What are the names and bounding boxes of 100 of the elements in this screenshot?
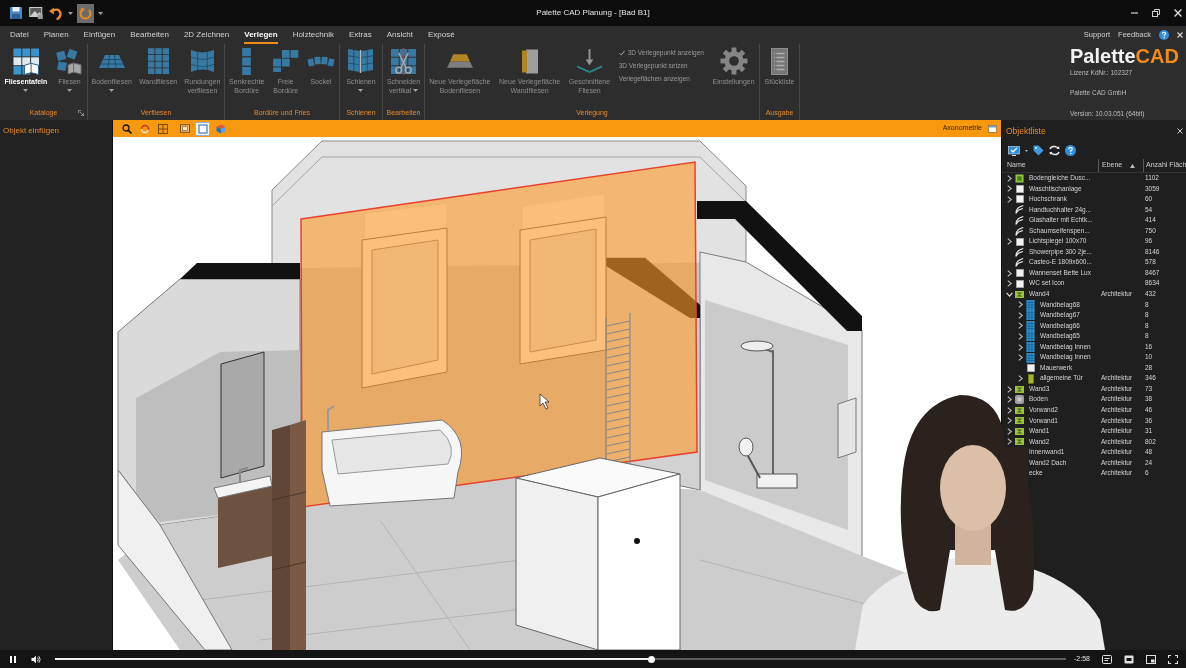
- chevron-right-icon[interactable]: [1005, 195, 1013, 203]
- logo-wordmark: PaletteCAD: [1070, 45, 1180, 67]
- menu-tab[interactable]: Datei: [10, 26, 29, 44]
- hook-icon: [1015, 258, 1024, 268]
- quick-access-button[interactable]: [77, 3, 94, 23]
- rotate-arrows-icon: [139, 123, 150, 134]
- chevron-right-icon[interactable]: [1005, 406, 1013, 414]
- wall-block-icon: [1015, 417, 1024, 425]
- wall-block-icon: [1015, 406, 1024, 414]
- tiles-book-icon: [56, 47, 83, 75]
- menu-tab[interactable]: Exposé: [427, 26, 455, 44]
- help-icon[interactable]: [1159, 30, 1169, 40]
- caret-icon: [68, 11, 73, 15]
- close-icon[interactable]: [1177, 128, 1184, 134]
- square-frame-icon: [1015, 173, 1024, 183]
- caret-icon[interactable]: [23, 88, 29, 92]
- tile-column-icon: [242, 47, 252, 75]
- picture-in-picture-icon[interactable]: [1146, 654, 1156, 664]
- square-icon: [1026, 364, 1035, 373]
- help-icon[interactable]: [1065, 145, 1076, 156]
- window-title: Palette CAD Planung - [Bad B1]: [536, 7, 650, 19]
- chevron-right-icon[interactable]: [1016, 301, 1024, 309]
- magnifier-icon: [121, 123, 132, 134]
- panel-title: Objektliste: [1006, 124, 1046, 138]
- chevron-right-icon[interactable]: [1016, 343, 1024, 351]
- chevron-right-icon[interactable]: [1016, 354, 1024, 362]
- view-tool-button[interactable]: [119, 121, 134, 136]
- hook-icon: [1015, 215, 1024, 225]
- fullscreen-icon[interactable]: [1168, 654, 1178, 664]
- chevron-right-icon[interactable]: [1005, 427, 1013, 435]
- hook-icon: [1015, 247, 1024, 257]
- tag-icon[interactable]: [1033, 145, 1044, 156]
- window-icon[interactable]: [988, 124, 997, 133]
- hook-icon: [1015, 226, 1024, 236]
- chevron-right-icon[interactable]: [1005, 174, 1013, 182]
- square-icon: [1015, 184, 1024, 193]
- volume-icon[interactable]: [31, 654, 41, 664]
- dialog-launcher-icon[interactable]: [78, 110, 84, 116]
- square-icon: [1015, 269, 1024, 278]
- tile-grid-icon: [1026, 310, 1035, 321]
- window-frame-icon: [179, 124, 190, 133]
- chevron-right-icon[interactable]: [1016, 322, 1024, 330]
- menu-tab[interactable]: Einfügen: [83, 26, 116, 44]
- floor-slab-icon: [446, 54, 473, 68]
- pause-icon[interactable]: [10, 655, 16, 663]
- panel-title: Objekt einfügen: [3, 125, 60, 137]
- captions-icon[interactable]: [1102, 654, 1112, 664]
- tile-rail-icon: [348, 49, 374, 73]
- tile-grid-icon: [1026, 320, 1035, 331]
- menu-tab[interactable]: Ansicht: [386, 26, 413, 44]
- chevron-right-icon[interactable]: [1005, 269, 1013, 277]
- list-document-icon: [771, 47, 788, 75]
- wall-block-icon: [1015, 290, 1024, 298]
- monitor-check-icon[interactable]: [1008, 145, 1020, 156]
- wall-block-icon: [1015, 427, 1024, 435]
- floor-tile-icon: [1015, 395, 1024, 405]
- wall-block-icon: [1015, 385, 1024, 393]
- restore-icon[interactable]: [1152, 9, 1160, 17]
- caret-icon: [98, 11, 103, 15]
- chevron-right-icon[interactable]: [1016, 311, 1024, 319]
- menu-tab[interactable]: Planen: [43, 26, 69, 44]
- close-icon[interactable]: [1177, 32, 1183, 38]
- chevron-right-icon[interactable]: [1005, 385, 1013, 393]
- grid-icon: [157, 123, 168, 134]
- wall-slab-icon: [521, 48, 538, 74]
- chevron-right-icon[interactable]: [1005, 238, 1013, 246]
- quality-box-icon[interactable]: [1124, 654, 1134, 664]
- caret-icon[interactable]: [1025, 149, 1028, 152]
- picture-icon: [28, 7, 43, 19]
- refresh-icon[interactable]: [1049, 145, 1060, 156]
- tile-grid-icon: [1026, 331, 1035, 342]
- view-tool-button[interactable]: [177, 121, 192, 136]
- chevron-right-icon[interactable]: [1005, 396, 1013, 404]
- tile-steps-icon: [272, 50, 299, 72]
- undo-arrow-icon: [49, 6, 62, 20]
- close-icon[interactable]: [1174, 9, 1182, 17]
- wall-tiles-icon: [147, 48, 169, 74]
- chevron-right-icon[interactable]: [1005, 438, 1013, 446]
- tile-grid-icon: [1026, 342, 1035, 352]
- cube-icon: [215, 123, 226, 134]
- progress-thumb[interactable]: [648, 655, 655, 663]
- chevron-right-icon[interactable]: [1016, 375, 1024, 383]
- square-icon: [1015, 237, 1024, 246]
- square-icon: [1015, 279, 1024, 288]
- menu-tab[interactable]: Extras: [349, 26, 372, 44]
- refresh-icon: [79, 6, 92, 20]
- menu-tab[interactable]: 2D Zeichnen: [183, 26, 230, 44]
- chevron-right-icon[interactable]: [1005, 280, 1013, 288]
- chevron-right-icon[interactable]: [1005, 417, 1013, 425]
- chevron-down-icon[interactable]: [1005, 290, 1013, 298]
- tile-row-icon: [306, 55, 335, 67]
- tile-grid-icon: [1026, 352, 1035, 363]
- chevron-right-icon[interactable]: [1016, 332, 1024, 340]
- square-icon: [1015, 195, 1024, 204]
- menu-tab[interactable]: Holztechnik: [292, 26, 334, 44]
- menu-tab[interactable]: Bearbeiten: [130, 26, 169, 44]
- scissors-tiles-icon: [391, 47, 416, 75]
- chevron-right-icon[interactable]: [1005, 185, 1013, 193]
- tile-grid-book-icon: [12, 47, 39, 75]
- wall-block-icon: [1015, 438, 1024, 446]
